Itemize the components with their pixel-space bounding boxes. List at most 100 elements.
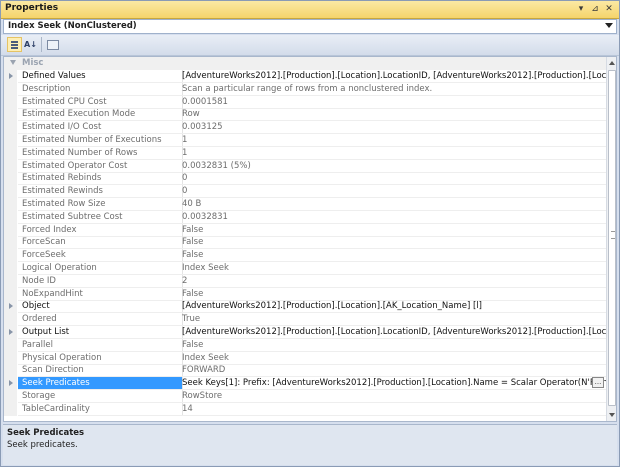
categorized-button[interactable] (7, 37, 22, 52)
property-name[interactable]: Forced Index (18, 223, 183, 237)
property-value[interactable]: 1 (180, 147, 608, 160)
property-row[interactable]: Estimated Operator Cost 0.0032831 (5%) (4, 159, 608, 173)
property-row[interactable]: ForceSeek False (4, 249, 608, 263)
property-row[interactable]: Estimated Number of Rows 1 (4, 146, 608, 160)
property-value[interactable]: FORWARD (180, 364, 608, 378)
property-name[interactable]: Parallel (18, 338, 183, 352)
expand-icon[interactable] (9, 73, 13, 79)
property-value[interactable]: 0.003125 (180, 121, 608, 135)
scrollbar-thumb[interactable] (608, 70, 616, 406)
property-value[interactable]: Index Seek (180, 352, 608, 365)
pin-icon[interactable]: ⊿ (588, 2, 602, 16)
property-value[interactable]: False (180, 249, 608, 263)
property-name[interactable]: Estimated Subtree Cost (18, 210, 183, 224)
property-row[interactable]: ForceScan False (4, 236, 608, 250)
property-row[interactable]: Storage RowStore (4, 390, 608, 403)
property-row[interactable]: Node ID 2 (4, 274, 608, 288)
property-row[interactable]: Estimated Rebinds 0 (4, 172, 608, 186)
property-name[interactable]: Scan Direction (18, 364, 183, 378)
expand-icon[interactable] (9, 303, 13, 310)
property-name[interactable]: Estimated Operator Cost (18, 159, 183, 173)
close-icon[interactable]: ✕ (602, 2, 616, 16)
property-value[interactable]: Scan a particular range of rows from a n… (180, 83, 608, 96)
property-value[interactable]: 1 (180, 134, 608, 147)
property-row[interactable]: Output List [AdventureWorks2012].[Product… (4, 326, 608, 339)
row-gutter[interactable] (4, 70, 17, 83)
property-grid[interactable]: Misc Defined Values [AdventureWorks2012].… (3, 56, 617, 422)
ellipsis-button[interactable]: ... (592, 377, 604, 389)
property-value[interactable]: 2 (180, 275, 608, 288)
property-name[interactable]: Estimated Number of Rows (18, 146, 183, 160)
property-value[interactable]: Index Seek (180, 262, 608, 275)
property-name[interactable]: Output List (18, 326, 183, 339)
title-bar[interactable]: Properties ▾ ⊿ ✕ (1, 1, 619, 19)
property-name[interactable]: Defined Values (18, 70, 183, 83)
property-row[interactable]: Forced Index False (4, 223, 608, 237)
property-value[interactable]: RowStore (180, 390, 608, 403)
property-name[interactable]: Node ID (18, 274, 183, 288)
property-row[interactable]: Estimated Execution Mode Row (4, 108, 608, 122)
row-gutter[interactable] (4, 377, 17, 391)
expand-icon[interactable] (9, 329, 13, 335)
property-name[interactable]: ForceScan (18, 236, 183, 250)
property-pages-button[interactable] (45, 37, 60, 52)
alphabetical-button[interactable]: A↓ (23, 37, 38, 52)
property-row[interactable]: Physical Operation Index Seek (4, 351, 608, 365)
property-row[interactable]: TableCardinality 14 (4, 402, 608, 416)
property-name[interactable]: Estimated Number of Executions (18, 134, 183, 147)
property-row[interactable]: Estimated Row Size 40 B (4, 198, 608, 211)
chevron-down-icon[interactable] (605, 23, 613, 28)
property-row[interactable]: Estimated Subtree Cost 0.0032831 (4, 210, 608, 224)
property-value[interactable]: 0.0032831 (180, 211, 608, 224)
property-value[interactable]: False (180, 224, 608, 237)
property-row[interactable]: Parallel False (4, 338, 608, 352)
property-row[interactable]: Defined Values [AdventureWorks2012].[Prod… (4, 70, 608, 83)
property-value[interactable]: False (180, 339, 608, 352)
property-name[interactable]: Physical Operation (18, 351, 183, 365)
vertical-scrollbar[interactable] (606, 57, 616, 421)
property-value[interactable]: 0.0032831 (5%) (180, 160, 608, 173)
property-name[interactable]: TableCardinality (18, 402, 183, 416)
property-row[interactable]: Description Scan a particular range of ro… (4, 82, 608, 96)
collapse-icon[interactable] (10, 60, 16, 65)
property-name[interactable]: Estimated CPU Cost (18, 95, 183, 109)
property-name[interactable]: Estimated Rewinds (18, 185, 183, 199)
property-row[interactable]: Ordered True (4, 313, 608, 327)
property-row[interactable]: Object [AdventureWorks2012].[Production].… (4, 300, 608, 314)
property-name[interactable]: Object (18, 300, 183, 314)
property-name[interactable]: ForceSeek (18, 249, 183, 263)
property-value[interactable]: 0 (180, 185, 608, 199)
property-value[interactable]: Row (180, 108, 608, 122)
row-gutter[interactable] (4, 300, 17, 314)
property-row[interactable]: NoExpandHint False (4, 287, 608, 301)
property-row[interactable]: Logical Operation Index Seek (4, 262, 608, 275)
property-value[interactable]: [AdventureWorks2012].[Production].[Locat… (180, 70, 608, 83)
property-row[interactable]: Estimated CPU Cost 0.0001581 (4, 95, 608, 109)
property-value[interactable]: [AdventureWorks2012].[Production].[Locat… (180, 300, 608, 314)
property-name[interactable]: Estimated I/O Cost (18, 121, 183, 135)
property-value[interactable]: Seek Keys[1]: Prefix: [AdventureWorks201… (180, 377, 608, 391)
dropdown-icon[interactable]: ▾ (574, 2, 588, 16)
property-value[interactable]: False (180, 288, 608, 301)
property-value[interactable]: 0 (180, 172, 608, 186)
property-name[interactable]: Seek Predicates (18, 377, 183, 391)
property-name[interactable]: Logical Operation (18, 262, 183, 275)
property-value[interactable]: [AdventureWorks2012].[Production].[Locat… (180, 326, 608, 339)
property-value[interactable]: False (180, 236, 608, 250)
property-name[interactable]: Ordered (18, 313, 183, 327)
scroll-up-icon[interactable] (609, 61, 615, 65)
property-row[interactable]: Estimated Number of Executions 1 (4, 134, 608, 147)
property-value[interactable]: 40 B (180, 198, 608, 211)
property-value[interactable]: 14 (180, 403, 608, 416)
property-name[interactable]: Estimated Execution Mode (18, 108, 183, 122)
property-name[interactable]: Description (18, 82, 183, 96)
row-gutter[interactable] (4, 326, 17, 339)
property-name[interactable]: Storage (18, 390, 183, 403)
object-selector[interactable]: Index Seek (NonClustered) (3, 19, 617, 34)
expand-icon[interactable] (9, 380, 13, 387)
scroll-down-icon[interactable] (609, 413, 615, 417)
category-row[interactable]: Misc (4, 57, 606, 70)
property-name[interactable]: Estimated Rebinds (18, 172, 183, 186)
property-name[interactable]: Estimated Row Size (18, 198, 183, 211)
property-value[interactable]: True (180, 313, 608, 327)
